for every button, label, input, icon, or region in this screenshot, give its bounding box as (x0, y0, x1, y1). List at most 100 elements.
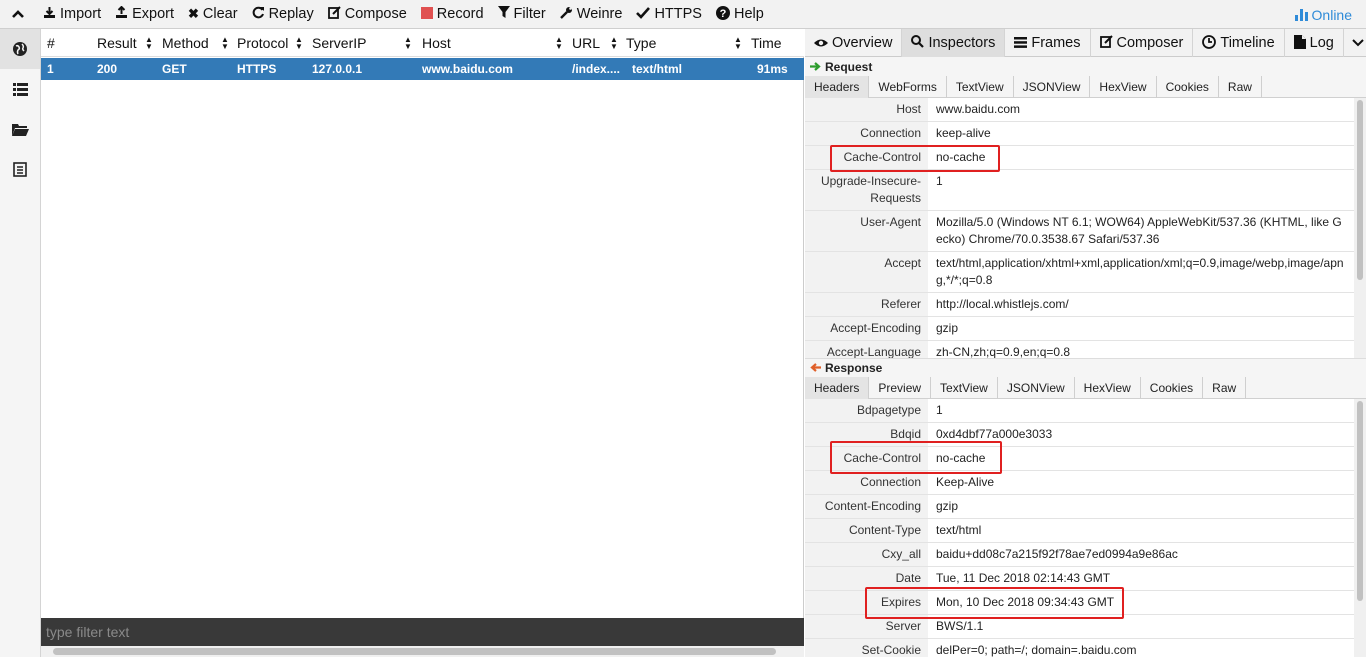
scrollbar-thumb[interactable] (1357, 100, 1363, 280)
column-host[interactable]: Host (422, 35, 451, 51)
svg-text:?: ? (720, 8, 727, 20)
header-value: zh-CN,zh;q=0.9,en;q=0.8 (936, 345, 1071, 358)
record-button[interactable]: Record (414, 0, 491, 29)
sort-icon: ▲ ▼ (295, 34, 303, 51)
frames-icon (1014, 36, 1028, 51)
response-tab-raw[interactable]: Raw (1203, 377, 1247, 399)
column-time[interactable]: Time (751, 35, 782, 51)
tab-composer[interactable]: Composer (1091, 29, 1194, 57)
column-num[interactable]: # (47, 35, 55, 51)
column-serverip[interactable]: ServerIP (312, 35, 366, 51)
response-vertical-scrollbar[interactable] (1354, 399, 1366, 657)
header-key: Date (805, 567, 928, 590)
tab-overview[interactable]: Overview (805, 29, 903, 57)
weinre-button[interactable]: Weinre (553, 0, 630, 29)
top-menu-bar: Import Export ✖ Clear Replay Compose Reco… (0, 0, 1366, 29)
header-row: Cache-Control no-cache (805, 447, 1354, 471)
header-row: Connection keep-alive (805, 122, 1354, 146)
cell-serverip: 127.0.0.1 (312, 62, 363, 76)
sort-icon: ▲ ▼ (145, 34, 153, 51)
search-icon (911, 35, 925, 51)
header-key: Set-Cookie (805, 639, 928, 657)
filter-input[interactable] (46, 624, 746, 640)
tab-log[interactable]: Log (1285, 29, 1344, 57)
header-key: Bdpagetype (805, 399, 928, 422)
response-tab-textview[interactable]: TextView (931, 377, 998, 399)
tab-inspectors[interactable]: Inspectors (902, 29, 1006, 57)
column-url[interactable]: URL (572, 35, 600, 51)
import-button[interactable]: Import (36, 0, 108, 29)
request-tab-raw[interactable]: Raw (1219, 76, 1262, 98)
values-icon[interactable] (0, 109, 40, 149)
response-tab-headers[interactable]: Headers (805, 377, 870, 399)
header-key: Bdqid (805, 423, 928, 446)
compose-button[interactable]: Compose (321, 0, 414, 29)
sort-icon: ▲ ▼ (404, 34, 412, 51)
filter-button[interactable]: Filter (491, 0, 553, 29)
header-value: 1 (936, 174, 943, 188)
sort-icon: ▲ ▼ (734, 34, 742, 51)
header-value: text/html,application/xhtml+xml,applicat… (936, 256, 1344, 287)
rules-icon[interactable] (0, 69, 40, 109)
https-button[interactable]: HTTPS (629, 0, 709, 29)
online-icon (1294, 8, 1308, 21)
scrollbar-thumb[interactable] (1357, 401, 1363, 601)
header-key: Referer (805, 293, 928, 316)
response-tab-preview[interactable]: Preview (869, 377, 932, 399)
header-key: Connection (805, 122, 928, 145)
column-method[interactable]: Method (162, 35, 209, 51)
more-tabs-button[interactable] (1344, 29, 1366, 57)
request-tab-cookies[interactable]: Cookies (1157, 76, 1219, 98)
arrow-left-icon (810, 361, 821, 375)
scrollbar-thumb[interactable] (53, 648, 776, 655)
header-key: Accept-Language (805, 341, 928, 358)
online-status[interactable]: Online (1294, 0, 1352, 29)
horizontal-scrollbar[interactable] (41, 646, 804, 657)
header-value: www.baidu.com (936, 102, 1021, 116)
table-row[interactable]: 1 200 GET HTTPS 127.0.0.1 www.baidu.com … (41, 58, 804, 80)
header-value: http://local.whistlejs.com/ (936, 297, 1069, 311)
header-key: Accept (805, 252, 928, 292)
header-key: Host (805, 98, 928, 121)
response-tab-hexview[interactable]: HexView (1075, 377, 1141, 399)
header-row: Content-Encoding gzip (805, 495, 1354, 519)
export-button[interactable]: Export (108, 0, 181, 29)
tab-frames[interactable]: Frames (1005, 29, 1091, 57)
cell-method: GET (162, 62, 187, 76)
clear-button[interactable]: ✖ Clear (181, 0, 245, 29)
header-row: Server BWS/1.1 (805, 615, 1354, 639)
header-row: Host www.baidu.com (805, 98, 1354, 122)
request-tab-headers[interactable]: Headers (805, 76, 870, 98)
response-tab-cookies[interactable]: Cookies (1141, 377, 1204, 399)
header-key: Content-Type (805, 519, 928, 542)
header-key: Cxy_all (805, 543, 928, 566)
header-row: Accept-Encoding gzip (805, 317, 1354, 341)
column-result[interactable]: Result (97, 35, 137, 51)
cell-protocol: HTTPS (237, 62, 277, 76)
request-tab-hexview[interactable]: HexView (1090, 76, 1157, 98)
cell-result: 200 (97, 62, 118, 76)
request-tab-jsonview[interactable]: JSONView (1014, 76, 1091, 98)
header-key: Upgrade-Insecure-Requests (805, 170, 928, 210)
help-button[interactable]: ? Help (709, 0, 771, 29)
request-tab-textview[interactable]: TextView (947, 76, 1014, 98)
column-protocol[interactable]: Protocol (237, 35, 288, 51)
cell-time: 91ms (757, 62, 788, 76)
request-tab-webforms[interactable]: WebForms (869, 76, 947, 98)
network-table-header: # Result ▲ ▼ Method ▲ ▼ Protocol ▲ ▼ Server… (41, 29, 804, 57)
header-value: Tue, 11 Dec 2018 02:14:43 GMT (936, 571, 1111, 585)
plugins-icon[interactable] (0, 149, 40, 189)
header-value: delPer=0; path=/; domain=.baidu.com (936, 643, 1137, 657)
check-icon (636, 6, 651, 22)
request-vertical-scrollbar[interactable] (1354, 98, 1366, 358)
network-icon[interactable] (0, 29, 40, 69)
tab-timeline[interactable]: Timeline (1193, 29, 1285, 57)
replay-icon (252, 6, 265, 22)
response-tab-jsonview[interactable]: JSONView (998, 377, 1075, 399)
header-row: Accept text/html,application/xhtml+xml,ap… (805, 252, 1354, 293)
replay-button[interactable]: Replay (245, 0, 321, 29)
column-type[interactable]: Type (626, 35, 656, 51)
header-row: User-Agent Mozilla/5.0 (Windows NT 6.1; W… (805, 211, 1354, 252)
left-sidebar (0, 29, 41, 657)
chevron-up-icon[interactable] (0, 9, 36, 19)
